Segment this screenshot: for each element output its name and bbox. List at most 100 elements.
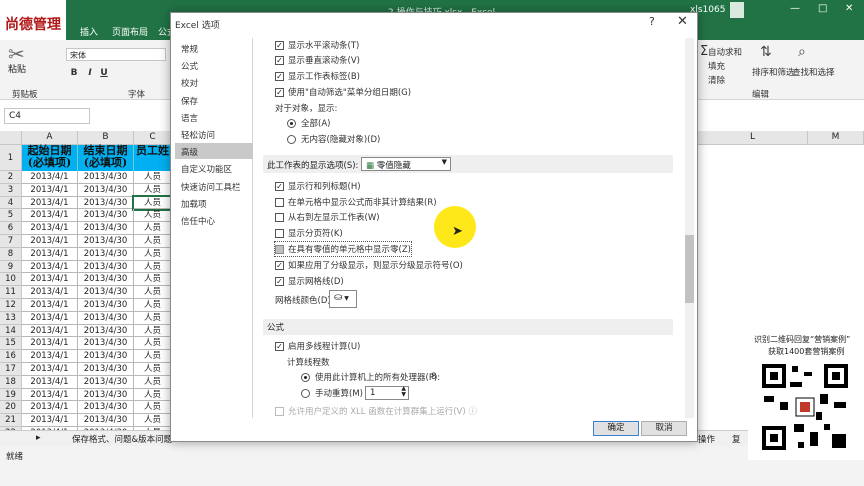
table-cell[interactable]: 人员 [134, 273, 172, 287]
table-cell[interactable]: 2013/4/30 [78, 183, 134, 197]
table-cell[interactable]: 2013/4/30 [78, 324, 134, 338]
table-cell[interactable]: 人员 [134, 324, 172, 338]
paste-label[interactable]: 粘贴 [8, 62, 26, 75]
checkbox[interactable]: ✓ [275, 260, 284, 270]
font-name-select[interactable]: 宋体 [66, 48, 166, 61]
radio-manual[interactable]: 手动重算(M) [301, 386, 363, 400]
table-cell[interactable]: 2013/4/1 [22, 337, 78, 351]
avatar[interactable] [730, 2, 744, 18]
row-header[interactable]: 16 [0, 350, 22, 363]
table-cell[interactable]: 人员 [134, 222, 172, 235]
tab-insert[interactable]: 插入 [80, 25, 98, 38]
row-header[interactable]: 10 [0, 273, 22, 287]
maximize-button[interactable]: □ [818, 3, 827, 14]
ok-button[interactable]: 确定 [593, 421, 639, 436]
table-cell[interactable]: 2013/4/1 [22, 196, 78, 210]
opt-sheet-tabs[interactable]: ✓ 显示工作表标签(B) [275, 69, 360, 83]
opt-hscroll[interactable]: ✓ 显示水平滚动条(T) [275, 38, 359, 52]
header-start-date[interactable]: 起始日期 (必填项) [22, 145, 78, 171]
checkbox[interactable]: ✓ [275, 181, 284, 191]
column-header-m[interactable]: M [808, 131, 864, 145]
nav-item[interactable]: 校对 [175, 74, 253, 90]
table-cell[interactable]: 2013/4/30 [78, 260, 134, 274]
row-header[interactable]: 21 [0, 414, 22, 427]
table-cell[interactable]: 人员 [134, 183, 172, 197]
table-cell[interactable]: 2013/4/30 [78, 388, 134, 402]
table-cell[interactable]: 2013/4/1 [22, 388, 78, 402]
table-cell[interactable]: 2013/4/1 [22, 401, 78, 415]
manual-threads-input[interactable]: 1 ▲ ▼ [365, 386, 409, 400]
find-select-button[interactable]: 查找和选择 [792, 66, 835, 78]
radio-button[interactable] [287, 134, 296, 144]
table-cell[interactable]: 2013/4/1 [22, 324, 78, 338]
opt-show-zero[interactable]: 在具有零值的单元格中显示零(Z) [274, 241, 412, 257]
checkbox[interactable]: ✓ [275, 341, 284, 351]
nav-item[interactable]: 高级 [175, 143, 253, 160]
table-cell[interactable]: 人员 [134, 299, 172, 312]
table-cell[interactable]: 人员 [134, 286, 172, 299]
table-cell[interactable]: 2013/4/1 [22, 311, 78, 325]
radio-button[interactable] [287, 118, 296, 128]
checkbox[interactable]: ✓ [275, 276, 284, 286]
scroll-thumb[interactable] [685, 235, 694, 303]
radio-all[interactable]: 全部(A) [287, 116, 330, 130]
sort-icon[interactable]: ⇅ [760, 44, 772, 60]
clear-button[interactable]: 清除 [708, 74, 725, 86]
nav-item[interactable]: 语言 [175, 109, 253, 125]
column-header-c[interactable]: C [134, 131, 172, 145]
table-cell[interactable]: 2013/4/1 [22, 183, 78, 197]
checkbox[interactable]: ✓ [275, 40, 284, 50]
table-cell[interactable]: 2013/4/1 [22, 414, 78, 427]
table-cell[interactable]: 人员 [134, 171, 172, 184]
table-cell[interactable]: 人员 [134, 337, 172, 351]
table-cell[interactable]: 人员 [134, 235, 172, 248]
table-cell[interactable]: 人员 [134, 388, 172, 402]
opt-rtl[interactable]: 从右到左显示工作表(W) [275, 210, 380, 224]
close-icon[interactable]: ✕ [677, 14, 688, 29]
table-cell[interactable]: 2013/4/30 [78, 414, 134, 427]
table-cell[interactable]: 2013/4/1 [22, 375, 78, 389]
checkbox[interactable]: ✓ [275, 55, 284, 65]
table-cell[interactable]: 2013/4/30 [78, 196, 134, 210]
checkbox[interactable] [275, 228, 284, 238]
row-header[interactable]: 20 [0, 401, 22, 415]
row-header[interactable]: 1 [0, 145, 22, 171]
row-header[interactable]: 12 [0, 299, 22, 312]
row-header[interactable]: 7 [0, 235, 22, 248]
opt-page-breaks[interactable]: 显示分页符(K) [275, 226, 343, 240]
opt-show-formulas[interactable]: 在单元格中显示公式而非其计算结果(R) [275, 195, 437, 209]
nav-item[interactable]: 信任中心 [175, 212, 253, 228]
table-cell[interactable]: 人员 [134, 363, 172, 376]
table-cell[interactable]: 2013/4/30 [78, 299, 134, 312]
table-cell[interactable]: 人员 [134, 350, 172, 363]
row-header[interactable]: 14 [0, 324, 22, 338]
radio-button[interactable] [301, 388, 310, 398]
table-cell[interactable]: 2013/4/1 [22, 222, 78, 235]
table-cell[interactable]: 2013/4/30 [78, 286, 134, 299]
italic-button[interactable]: I [84, 68, 96, 80]
table-cell[interactable]: 2013/4/1 [22, 209, 78, 223]
nav-item[interactable]: 快速访问工具栏 [175, 178, 253, 194]
row-header[interactable]: 3 [0, 183, 22, 197]
table-cell[interactable]: 2013/4/1 [22, 299, 78, 312]
column-header-l[interactable]: L [698, 131, 808, 145]
fill-button[interactable]: 填充 [708, 60, 725, 72]
table-cell[interactable]: 人员 [134, 247, 172, 261]
table-cell[interactable]: 2013/4/30 [78, 311, 134, 325]
name-box[interactable]: C4 [4, 108, 90, 124]
table-cell[interactable]: 人员 [134, 401, 172, 415]
row-header[interactable]: 9 [0, 260, 22, 274]
header-employee[interactable]: 员工姓 [134, 145, 172, 171]
opt-multithread[interactable]: ✓ 启用多线程计算(U) [275, 339, 360, 353]
radio-button[interactable] [301, 372, 310, 382]
row-header[interactable]: 15 [0, 337, 22, 351]
row-header[interactable]: 6 [0, 222, 22, 235]
table-cell[interactable]: 2013/4/30 [78, 247, 134, 261]
cancel-button[interactable]: 取消 [641, 421, 687, 436]
table-cell[interactable]: 2013/4/1 [22, 235, 78, 248]
table-cell[interactable]: 2013/4/30 [78, 235, 134, 248]
column-header-b[interactable]: B [78, 131, 134, 145]
gridline-color-button[interactable]: ⛀ ▼ [329, 290, 357, 308]
table-cell[interactable]: 2013/4/30 [78, 337, 134, 351]
column-header-a[interactable]: A [22, 131, 78, 145]
